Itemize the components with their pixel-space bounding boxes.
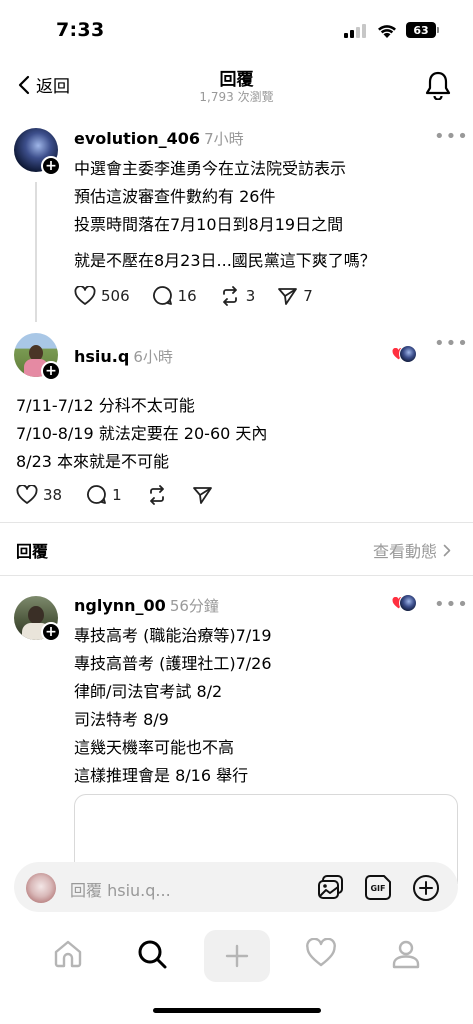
divider	[0, 522, 473, 523]
post-text-line: 預估這波審查件數約有 26件	[74, 187, 276, 206]
more-options-icon[interactable]: •••	[434, 126, 469, 147]
like-button[interactable]: 38	[16, 484, 63, 505]
like-count: 506	[101, 286, 130, 305]
post-text-line: 律師/司法官考試 8/2	[74, 682, 223, 701]
author-liked-badge	[392, 345, 417, 363]
send-icon	[278, 287, 298, 305]
post-text-line: 專技高考 (職能治療等)7/19	[74, 626, 272, 645]
author-avatar-mini	[399, 594, 417, 612]
post-text-line: 這樣推理會是 8/16 舉行	[74, 766, 249, 785]
repost-button[interactable]: 3	[219, 285, 256, 306]
like-count: 38	[43, 485, 63, 504]
repost-icon	[149, 484, 164, 505]
page-title: 回覆	[219, 70, 254, 90]
post-text-line: 這幾天機率可能也不高	[74, 738, 235, 757]
post-text-line: 專技高普考 (護理社工)7/26	[74, 654, 272, 673]
comment-count: 16	[177, 286, 197, 305]
comment-button[interactable]: 1	[86, 484, 122, 505]
heart-icon	[74, 285, 96, 305]
gif-icon[interactable]: GIF	[364, 874, 392, 901]
repost-icon	[222, 285, 237, 306]
post-text-line: 7/10-8/19 就法定要在 20-60 天內	[16, 424, 268, 443]
comment-button[interactable]: 16	[152, 285, 197, 306]
heart-icon	[16, 484, 38, 504]
plus-icon	[225, 944, 249, 968]
post-author[interactable]: evolution_406 7小時	[74, 128, 244, 149]
post-text-line: 司法特考 8/9	[74, 710, 169, 729]
view-activity-link[interactable]: 查看動態	[373, 538, 451, 562]
post-time: 7小時	[204, 130, 244, 148]
username[interactable]: hsiu.q	[74, 347, 129, 366]
post-text-line: 中選會主委李進勇今在立法院受訪表示	[74, 159, 347, 178]
more-options-icon[interactable]: •••	[434, 594, 469, 615]
header: 返回 回覆 1,793 次瀏覽	[0, 60, 473, 108]
author-liked-badge	[392, 594, 417, 612]
svg-text:GIF: GIF	[370, 884, 385, 893]
repost-button[interactable]	[146, 484, 168, 505]
more-options-icon[interactable]: •••	[434, 333, 469, 354]
cellular-signal-icon	[344, 24, 366, 38]
username[interactable]: evolution_406	[74, 129, 200, 148]
post-actions: 506 16 3 7	[74, 285, 313, 306]
activity-heart-icon[interactable]	[305, 938, 337, 968]
status-bar: 7:33 63	[0, 0, 473, 60]
comment-count: 1	[112, 485, 122, 504]
username[interactable]: nglynn_00	[74, 596, 166, 615]
reply-input[interactable]: 回覆 hsiu.q...	[70, 877, 171, 901]
share-count: 7	[303, 286, 313, 305]
chevron-right-icon	[443, 544, 451, 556]
post-author[interactable]: hsiu.q 6小時	[74, 346, 173, 367]
divider	[0, 575, 473, 576]
view-count: 1,793 次瀏覽	[199, 90, 274, 104]
bell-icon[interactable]	[424, 70, 452, 100]
post-time: 6小時	[133, 348, 173, 366]
post-text-line: 8/23 本來就是不可能	[16, 452, 170, 471]
home-icon[interactable]	[52, 938, 84, 970]
author-avatar-mini	[399, 345, 417, 363]
post-time: 56分鐘	[169, 597, 219, 615]
share-button[interactable]: 7	[277, 286, 313, 306]
share-button[interactable]	[192, 485, 213, 505]
replies-label: 回覆	[16, 542, 49, 561]
post-author[interactable]: nglynn_00 56分鐘	[74, 595, 219, 616]
status-time: 7:33	[56, 19, 105, 41]
follow-plus-icon[interactable]: +	[41, 622, 61, 642]
follow-plus-icon[interactable]: +	[41, 361, 61, 381]
bottom-nav	[0, 920, 473, 1000]
user-avatar	[26, 873, 56, 903]
profile-icon[interactable]	[390, 938, 422, 970]
battery-level: 63	[413, 23, 429, 37]
comment-icon	[152, 286, 172, 305]
like-button[interactable]: 506	[74, 285, 130, 306]
comment-icon	[87, 485, 106, 504]
battery-icon: 63	[406, 22, 436, 38]
post-text-line: 投票時間落在7月10日到8月19日之間	[74, 215, 344, 234]
battery-nub	[437, 27, 439, 33]
post-text-line: 7/11-7/12 分科不太可能	[16, 396, 195, 415]
view-activity-label: 查看動態	[372, 542, 437, 561]
image-icon[interactable]	[317, 874, 345, 901]
home-indicator	[153, 1008, 321, 1013]
post-actions: 38 1	[16, 484, 213, 505]
post-text-line: 就是不壓在8月23日...國民黨這下爽了嗎？	[74, 251, 376, 270]
reply-composer[interactable]: 回覆 hsiu.q... GIF	[14, 862, 458, 912]
wifi-icon	[378, 25, 396, 38]
add-circle-icon[interactable]	[412, 874, 440, 902]
search-icon[interactable]	[136, 938, 168, 970]
send-icon	[192, 486, 212, 504]
thread-line	[35, 182, 37, 322]
new-post-button[interactable]	[204, 930, 270, 982]
follow-plus-icon[interactable]: +	[41, 156, 61, 176]
repost-count: 3	[245, 286, 256, 305]
